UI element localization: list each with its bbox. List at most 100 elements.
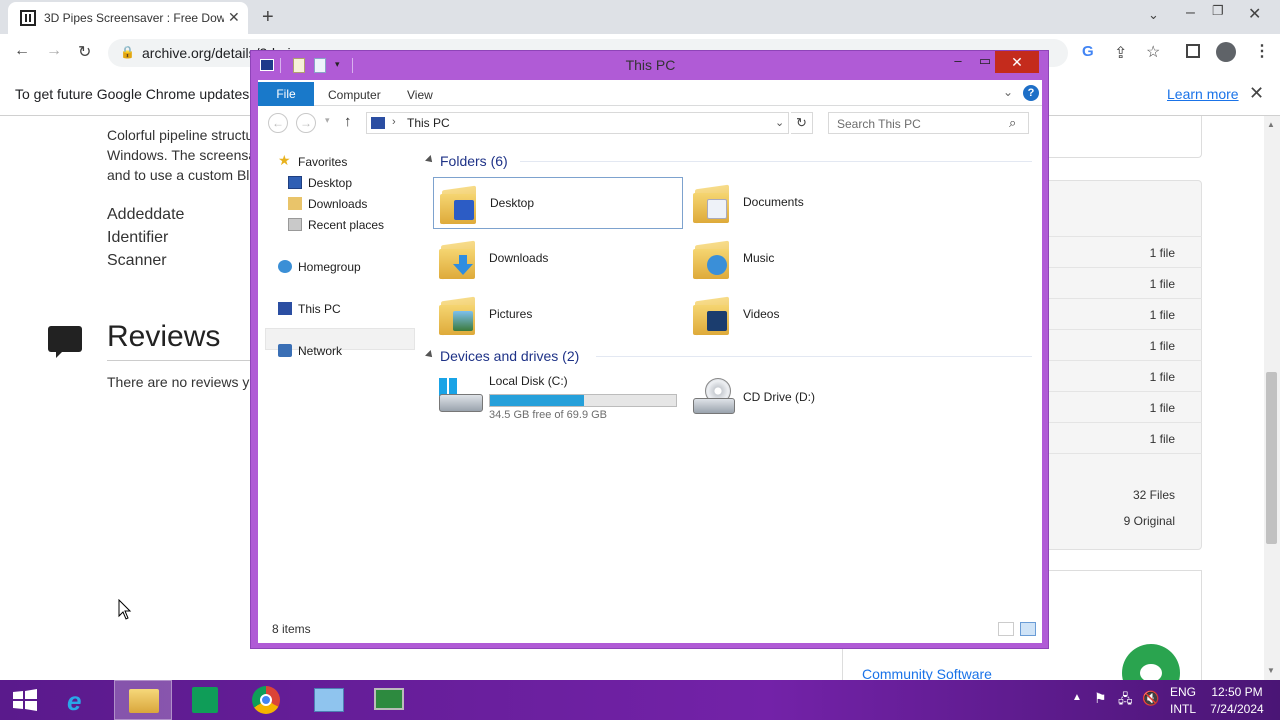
back-button[interactable]: ← [268,113,288,133]
breadcrumb-chevron-icon[interactable]: › [392,116,396,128]
file-count[interactable]: 1 file [1075,246,1175,260]
folder-pictures[interactable]: Pictures [433,289,683,341]
collapse-icon[interactable] [425,155,435,165]
folders-group-header[interactable]: Folders (6) [425,153,508,169]
restore-button[interactable]: ❐ [1212,3,1224,19]
monitor-icon [374,688,404,710]
explorer-client-area: File Computer View ⌄ ? ← → ▾ ↑ › This PC… [258,80,1042,643]
chrome-menu-icon[interactable]: ⋮ [1254,41,1270,61]
taskbar-file-explorer[interactable] [114,680,172,720]
original-files[interactable]: 9 Original [1075,514,1175,528]
refresh-button[interactable]: ↻ [791,112,813,134]
music-folder-icon [693,239,733,280]
reload-icon[interactable]: ↻ [78,42,91,62]
meta-label-addeddate: Addeddate [107,206,185,223]
address-field[interactable]: › This PC ⌄ [366,112,789,134]
file-count[interactable]: 1 file [1075,370,1175,384]
scrollbar-thumb[interactable] [1266,372,1277,544]
reviews-heading: Reviews [107,320,221,353]
ribbon-tabs: File Computer View ⌄ ? [258,80,1042,106]
scroll-up-icon[interactable]: ▲ [1267,120,1275,129]
drive-c-usage-bar [489,394,677,407]
up-button[interactable]: ↑ [344,113,352,130]
recent-places-icon [288,218,302,231]
folder-music[interactable]: Music [687,233,937,285]
google-icon[interactable]: G [1082,43,1094,60]
status-item-count: 8 items [272,622,311,636]
explorer-window[interactable]: ▾ This PC – ▭ ✕ File Computer View ⌄ ? ←… [250,50,1049,649]
windows-logo-icon [13,689,37,711]
input-language[interactable]: ENG INTL [1164,685,1202,716]
meta-label-identifier: Identifier [107,229,169,246]
tab-title: 3D Pipes Screensaver : Free Dow [44,11,224,25]
search-placeholder[interactable]: Search This PC [837,117,921,131]
taskbar-chrome[interactable] [238,680,296,720]
new-tab-button[interactable]: + [262,6,274,29]
forward-button[interactable]: → [296,113,316,133]
taskbar-store[interactable] [176,680,234,720]
share-icon[interactable]: ⇪ [1114,43,1127,63]
action-center-flag-icon[interactable]: ⚑ [1094,690,1107,707]
bookmark-star-icon[interactable]: ☆ [1146,42,1160,62]
scroll-down-icon[interactable]: ▼ [1267,666,1275,675]
browser-close-button[interactable]: ✕ [1248,4,1261,24]
side-panel-icon[interactable] [1186,44,1200,58]
reviews-divider [107,360,252,361]
help-icon[interactable]: ? [1023,85,1039,101]
details-view-icon[interactable] [998,622,1014,636]
ie-icon: e [67,686,82,716]
description-line: Windows. The screensa [107,147,257,163]
browser-tab[interactable]: 3D Pipes Screensaver : Free Dow ✕ [8,2,248,34]
folder-documents[interactable]: Documents [687,177,937,229]
large-icons-view-icon[interactable] [1020,622,1036,636]
infobar-close-icon[interactable]: ✕ [1249,83,1264,104]
clock[interactable]: 12:50 PM 7/24/2024 [1204,685,1270,716]
collapse-icon[interactable] [425,350,435,360]
learn-more-link[interactable]: Learn more [1167,86,1239,102]
divider [1042,360,1202,361]
recent-locations-icon[interactable]: ▾ [325,115,330,126]
window-close-button[interactable]: ✕ [995,51,1039,73]
profile-avatar[interactable] [1216,42,1236,62]
address-dropdown-icon[interactable]: ⌄ [775,116,784,129]
back-icon[interactable]: ← [14,42,30,60]
tab-close-icon[interactable]: ✕ [228,9,240,26]
breadcrumb-this-pc[interactable]: This PC [407,116,450,130]
start-button[interactable] [11,688,39,712]
folder-videos[interactable]: Videos [687,289,937,341]
forward-icon[interactable]: → [46,42,62,60]
network-tray-icon[interactable]: 🖧 [1118,690,1133,712]
file-count[interactable]: 1 file [1075,401,1175,415]
minimize-button[interactable]: – [1186,4,1195,22]
search-input[interactable]: Search This PC ⌕ [828,112,1029,134]
show-hidden-icons-icon[interactable]: ▲ [1072,692,1082,703]
this-pc-icon [371,117,385,129]
tab-file[interactable]: File [258,82,314,106]
tab-search-icon[interactable]: ⌄ [1148,7,1159,23]
taskbar-remote-desktop[interactable] [360,680,418,720]
total-files[interactable]: 32 Files [1075,488,1175,502]
search-icon[interactable]: ⌕ [1009,115,1016,131]
volume-muted-icon[interactable]: 🔇 [1142,690,1159,707]
lock-icon[interactable]: 🔒 [120,45,135,59]
devices-group-header[interactable]: Devices and drives (2) [425,348,579,364]
drive-c-free-space: 34.5 GB free of 69.9 GB [489,409,608,421]
folder-downloads[interactable]: Downloads [433,233,683,285]
file-count[interactable]: 1 file [1075,308,1175,322]
tab-computer[interactable]: Computer [328,88,381,102]
folder-desktop[interactable]: Desktop [433,177,683,229]
file-count[interactable]: 1 file [1075,339,1175,353]
file-count[interactable]: 1 file [1075,432,1175,446]
divider [1042,391,1202,392]
tab-view[interactable]: View [407,88,433,102]
taskbar-internet-explorer[interactable]: e [52,680,110,720]
divider [1042,298,1202,299]
hard-disk-icon [439,378,483,414]
window-minimize-button[interactable]: – [945,53,971,73]
file-count[interactable]: 1 file [1075,277,1175,291]
drive-cd-d[interactable]: CD Drive (D:) [687,370,937,424]
expand-ribbon-icon[interactable]: ⌄ [1003,85,1013,99]
network-icon [278,344,292,357]
taskbar-control-panel[interactable] [300,680,358,720]
drive-local-disk-c[interactable]: Local Disk (C:) 34.5 GB free of 69.9 GB [433,370,683,424]
